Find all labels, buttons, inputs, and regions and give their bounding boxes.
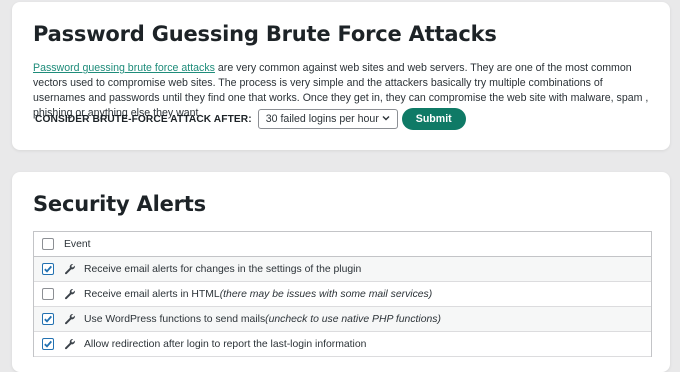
- alert-label: Allow redirection after login to report …: [84, 338, 367, 350]
- brute-force-form: CONSIDER BRUTE-FORCE ATTACK AFTER: 30 fa…: [35, 108, 466, 130]
- submit-button[interactable]: Submit: [401, 108, 466, 130]
- event-column-header: Event: [64, 238, 91, 250]
- alert-label: Receive email alerts in HTML: [84, 288, 220, 300]
- wrench-icon: [65, 288, 75, 300]
- checkmark-icon: [44, 315, 52, 323]
- table-header-row: Event: [34, 232, 651, 257]
- alert-note: (there may be issues with some mail serv…: [219, 288, 433, 300]
- brute-force-threshold-value: 30 failed logins per hour: [265, 113, 379, 125]
- alert-label: Receive email alerts for changes in the …: [84, 263, 362, 275]
- table-row: Use WordPress functions to send mails (u…: [34, 307, 651, 332]
- security-alerts-card: Security Alerts Event Receive email aler…: [12, 172, 670, 372]
- alert-checkbox[interactable]: [42, 338, 54, 350]
- select-all-checkbox[interactable]: [42, 238, 54, 250]
- checkmark-icon: [44, 340, 52, 348]
- table-row: Receive email alerts for changes in the …: [34, 257, 651, 282]
- wrench-icon: [65, 338, 75, 350]
- wrench-icon: [65, 313, 75, 325]
- table-row: Receive email alerts in HTML (there may …: [34, 282, 651, 307]
- alert-checkbox[interactable]: [42, 288, 54, 300]
- alert-label: Use WordPress functions to send mails: [84, 313, 266, 325]
- brute-force-link[interactable]: Password guessing brute force attacks: [33, 62, 215, 74]
- alert-note: (uncheck to use native PHP functions): [265, 313, 441, 325]
- wrench-icon: [65, 263, 75, 275]
- brute-force-title: Password Guessing Brute Force Attacks: [33, 22, 497, 46]
- security-alerts-title: Security Alerts: [33, 192, 206, 216]
- alert-rows: Receive email alerts for changes in the …: [34, 257, 651, 357]
- checkmark-icon: [44, 265, 52, 273]
- brute-force-card: Password Guessing Brute Force Attacks Pa…: [12, 2, 670, 150]
- chevron-down-icon: [382, 116, 390, 121]
- security-alerts-table: Event Receive email alerts for changes i…: [33, 231, 652, 357]
- table-row: Allow redirection after login to report …: [34, 332, 651, 357]
- brute-force-threshold-select[interactable]: 30 failed logins per hour: [257, 109, 398, 129]
- alert-checkbox[interactable]: [42, 313, 54, 325]
- brute-force-threshold-label: CONSIDER BRUTE-FORCE ATTACK AFTER:: [35, 113, 252, 125]
- alert-checkbox[interactable]: [42, 263, 54, 275]
